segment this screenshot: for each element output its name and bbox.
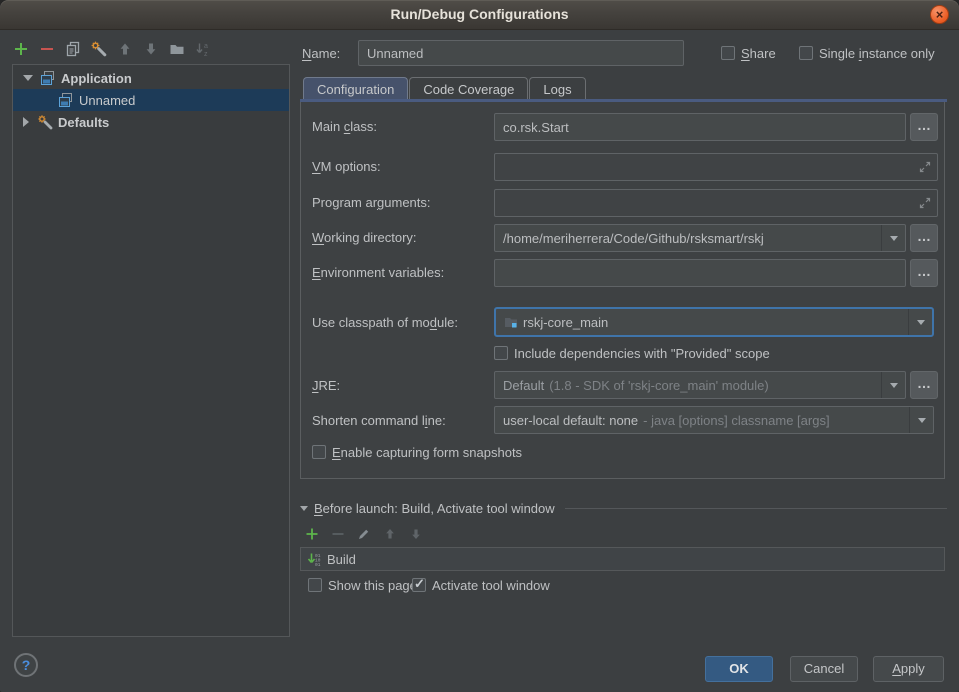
share-checkbox[interactable] [721, 46, 735, 60]
shorten-command-line-label: Shorten command line: [312, 413, 446, 428]
window-title: Run/Debug Configurations [0, 6, 959, 22]
tab-logs[interactable]: Logs [529, 77, 585, 100]
single-instance-checkbox[interactable] [799, 46, 813, 60]
dropdown-arrow-icon[interactable] [881, 372, 905, 398]
tab-configuration[interactable]: Configuration [303, 77, 408, 101]
tree-item-label: Unnamed [79, 93, 135, 108]
working-directory-browse-button[interactable]: … [910, 224, 938, 252]
form-snapshots-checkbox[interactable] [312, 445, 326, 459]
separator [565, 508, 947, 509]
remove-icon[interactable] [38, 40, 56, 58]
classpath-module-label: Use classpath of module: [312, 315, 458, 330]
working-directory-value: /home/meriherrera/Code/Github/rsksmart/r… [495, 225, 881, 251]
copy-icon[interactable] [64, 40, 82, 58]
titlebar[interactable]: Run/Debug Configurations × [0, 0, 959, 30]
jre-combo[interactable]: Default (1.8 - SDK of 'rskj-core_main' m… [494, 371, 906, 399]
ok-button[interactable]: OK [705, 656, 773, 682]
svg-text:01: 01 [315, 562, 321, 566]
include-provided-label: Include dependencies with "Provided" sco… [514, 346, 770, 361]
form-snapshots-label: Enable capturing form snapshots [332, 445, 522, 460]
environment-variables-label: Environment variables: [312, 265, 444, 280]
shorten-command-line-value: user-local default: none [503, 413, 638, 428]
edit-icon[interactable] [356, 526, 372, 542]
move-up-icon[interactable] [116, 40, 134, 58]
working-directory-label: Working directory: [312, 230, 417, 245]
build-icon: 011001 [307, 552, 321, 566]
shorten-command-line-combo[interactable]: user-local default: none - java [options… [494, 406, 934, 434]
dropdown-arrow-icon[interactable] [881, 225, 905, 251]
before-launch-label: Before launch: Build, Activate tool wind… [314, 501, 555, 516]
jre-value-hint: (1.8 - SDK of 'rskj-core_main' module) [549, 378, 769, 393]
environment-variables-browse-button[interactable]: … [910, 259, 938, 287]
defaults-icon [36, 113, 54, 131]
tab-code-coverage[interactable]: Code Coverage [409, 77, 528, 100]
sort-alphabetically-icon[interactable]: az [194, 40, 212, 58]
name-label: Name: [302, 46, 340, 61]
before-launch-toolbar [304, 526, 424, 542]
module-icon [504, 315, 518, 329]
program-arguments-input[interactable] [494, 189, 938, 217]
main-class-input[interactable] [494, 113, 906, 141]
add-icon[interactable] [12, 40, 30, 58]
expand-field-icon[interactable] [918, 196, 932, 213]
tab-bar: Configuration Code Coverage Logs [303, 77, 586, 101]
single-instance-label: Single instance only [819, 46, 935, 61]
move-up-icon[interactable] [382, 526, 398, 542]
expand-field-icon[interactable] [918, 160, 932, 177]
jre-label: JRE: [312, 378, 340, 393]
help-button[interactable]: ? [14, 653, 38, 677]
environment-variables-input[interactable] [494, 259, 906, 287]
activate-tool-window-checkbox[interactable] [412, 578, 426, 592]
move-down-icon[interactable] [142, 40, 160, 58]
main-class-label: Main class: [312, 119, 377, 134]
collapse-icon[interactable] [300, 506, 308, 511]
create-folder-icon[interactable] [168, 40, 186, 58]
vm-options-label: VM options: [312, 159, 381, 174]
show-this-page-label: Show this page [328, 578, 417, 593]
chevron-down-icon[interactable] [23, 75, 33, 81]
add-icon[interactable] [304, 526, 320, 542]
jre-value: Default [503, 378, 544, 393]
jre-browse-button[interactable]: … [910, 371, 938, 399]
vm-options-input[interactable] [494, 153, 938, 181]
include-provided-checkbox[interactable] [494, 346, 508, 360]
program-arguments-label: Program arguments: [312, 195, 431, 210]
svg-text:a: a [204, 43, 208, 50]
move-down-icon[interactable] [408, 526, 424, 542]
dropdown-arrow-icon[interactable] [908, 309, 932, 335]
application-icon [39, 69, 57, 87]
main-class-browse-button[interactable]: … [910, 113, 938, 141]
activate-tool-window-label: Activate tool window [432, 578, 550, 593]
dropdown-arrow-icon[interactable] [909, 407, 933, 433]
configurations-tree: Application Unnamed Defaults [12, 64, 290, 637]
working-directory-combo[interactable]: /home/meriherrera/Code/Github/rsksmart/r… [494, 224, 906, 252]
share-label: Share [741, 46, 776, 61]
configurations-toolbar: az [12, 40, 212, 58]
remove-icon[interactable] [330, 526, 346, 542]
tree-item-unnamed[interactable]: Unnamed [13, 89, 289, 111]
svg-text:z: z [204, 51, 208, 57]
name-input[interactable] [358, 40, 684, 66]
tree-item-defaults[interactable]: Defaults [13, 111, 289, 133]
close-icon[interactable]: × [930, 5, 949, 24]
chevron-right-icon[interactable] [23, 117, 29, 127]
run-debug-configurations-dialog: Run/Debug Configurations × az [0, 0, 959, 692]
build-task-label: Build [327, 552, 356, 567]
cancel-button[interactable]: Cancel [790, 656, 858, 682]
classpath-module-combo[interactable]: rskj-core_main [494, 307, 934, 337]
tree-item-label: Application [61, 71, 132, 86]
before-launch-header[interactable]: Before launch: Build, Activate tool wind… [300, 501, 947, 516]
show-this-page-checkbox[interactable] [308, 578, 322, 592]
shorten-command-line-hint: - java [options] classname [args] [643, 413, 829, 428]
edit-defaults-icon[interactable] [90, 40, 108, 58]
classpath-module-value: rskj-core_main [523, 315, 608, 330]
application-icon [57, 91, 75, 109]
tree-item-application[interactable]: Application [13, 67, 289, 89]
apply-button[interactable]: Apply [873, 656, 944, 682]
tree-item-label: Defaults [58, 115, 109, 130]
before-launch-task-list[interactable]: 011001 Build [300, 547, 945, 571]
